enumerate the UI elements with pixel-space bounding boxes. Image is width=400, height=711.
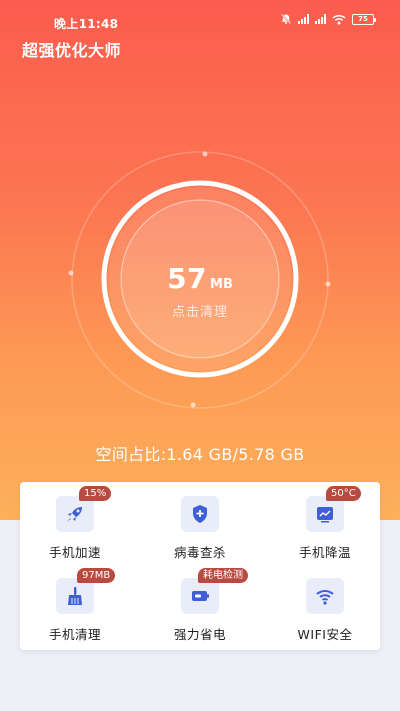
tool-badge: 50°C bbox=[326, 486, 361, 501]
orbit-dot bbox=[325, 281, 331, 287]
tool-speed-up[interactable]: 15% 手机加速 bbox=[25, 484, 125, 560]
tool-label: 强力省电 bbox=[173, 627, 226, 642]
tool-badge: 15% bbox=[79, 486, 112, 501]
tool-virus-scan[interactable]: 病毒查杀 bbox=[150, 484, 250, 560]
tool-label: 手机清理 bbox=[48, 627, 101, 642]
battery-saver-icon bbox=[181, 578, 219, 614]
tools-panel: 15% 手机加速 病毒查杀 50°C 手机降温 97MB 手机清理 耗电检测 强… bbox=[20, 482, 380, 650]
orbit-dot bbox=[68, 270, 74, 276]
clean-button-label[interactable]: 点击清理 bbox=[100, 301, 300, 320]
tool-phone-clean[interactable]: 97MB 手机清理 bbox=[25, 566, 125, 642]
tool-label: 病毒查杀 bbox=[173, 545, 226, 560]
wifi-icon bbox=[306, 578, 344, 614]
tool-label: WIFI安全 bbox=[297, 627, 353, 642]
gauge-center[interactable]: 57 MB 点击清理 bbox=[100, 262, 300, 320]
storage-usage: 空间占比:1.64 GB/5.78 GB bbox=[95, 445, 305, 464]
tool-badge: 耗电检测 bbox=[198, 568, 248, 583]
broom-icon bbox=[56, 578, 94, 614]
orbit-dot bbox=[202, 151, 208, 157]
memory-readout: 57 MB bbox=[100, 262, 300, 295]
memory-unit: MB bbox=[210, 277, 233, 292]
rocket-icon bbox=[56, 496, 94, 532]
shield-plus-icon bbox=[181, 496, 219, 532]
tool-power-save[interactable]: 耗电检测 强力省电 bbox=[150, 566, 250, 642]
tool-badge: 97MB bbox=[77, 568, 116, 583]
orbit-dot bbox=[190, 402, 196, 408]
tool-cool-down[interactable]: 50°C 手机降温 bbox=[275, 484, 375, 560]
tool-label: 手机降温 bbox=[298, 545, 351, 560]
tool-wifi-security[interactable]: WIFI安全 bbox=[275, 566, 375, 642]
tool-label: 手机加速 bbox=[48, 545, 101, 560]
memory-value: 57 bbox=[167, 262, 208, 295]
chart-monitor-icon bbox=[306, 496, 344, 532]
